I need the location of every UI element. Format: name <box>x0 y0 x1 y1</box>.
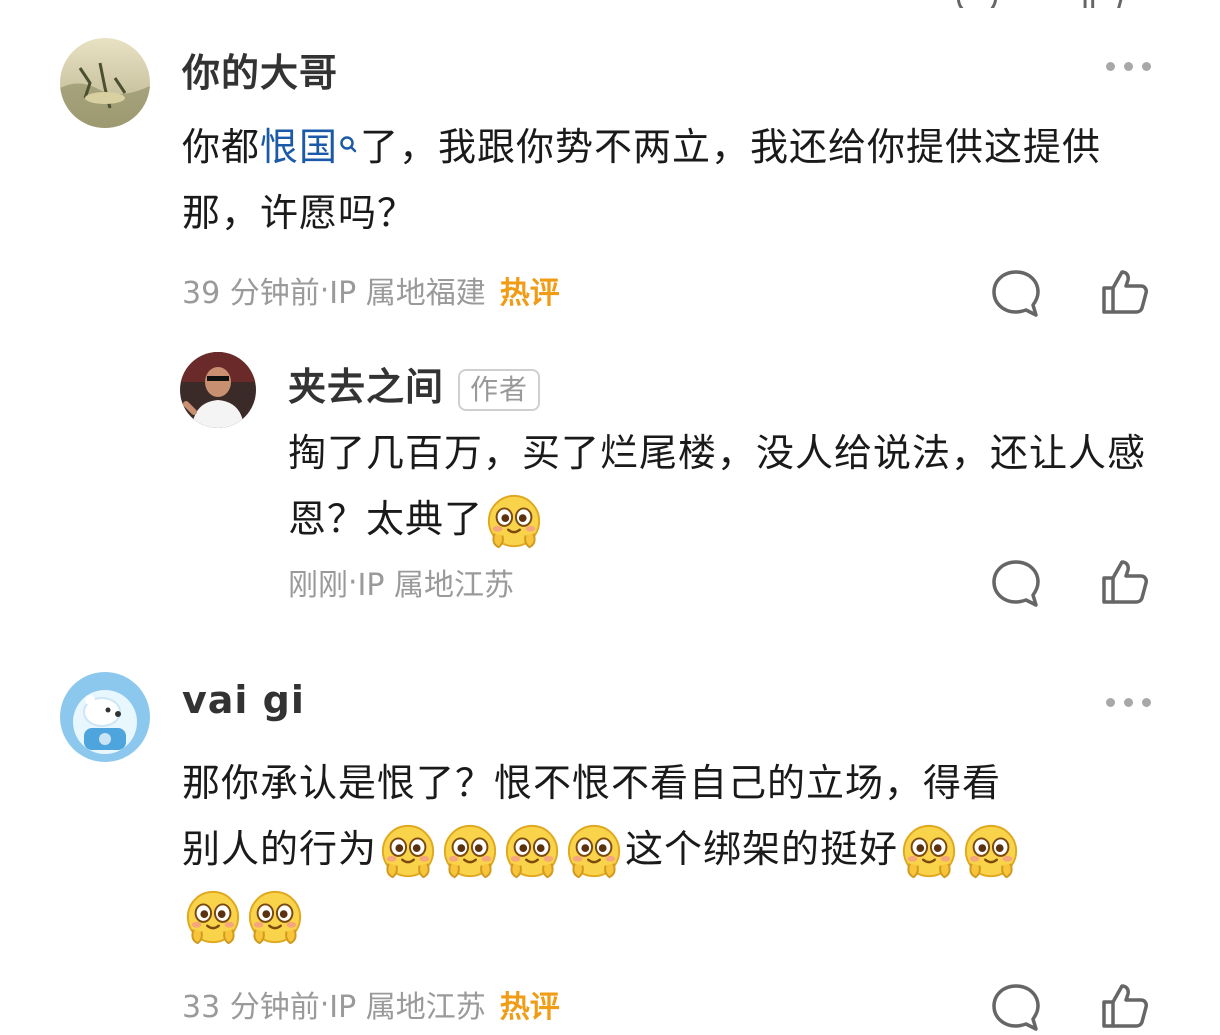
comment-text-before: 你都 <box>182 125 261 169</box>
separator: · <box>319 272 330 308</box>
smitten-face-emoji <box>962 823 1020 881</box>
timestamp: 33 分钟前 <box>182 990 320 1025</box>
comment-line-2-end: 这个绑架的挺好 <box>625 827 899 871</box>
timestamp: 39 分钟前 <box>182 276 320 311</box>
thumbs-up-icon[interactable] <box>1098 266 1150 318</box>
avatar[interactable] <box>60 38 150 128</box>
avatar[interactable] <box>60 672 150 762</box>
comment-line-1: 那你承认是恨了？恨不恨不看自己的立场，得看 <box>182 761 1002 805</box>
comment-line-3 <box>182 882 1172 948</box>
ip-location: IP 属地福建 <box>329 276 486 311</box>
comment-line-2: 别人的行为 这个绑架的挺好 <box>182 816 1172 882</box>
comment-bubble-icon[interactable] <box>990 558 1042 610</box>
reply-text-content: 掏了几百万，买了烂尾楼，没人给说法，还让人感恩？太典了 <box>288 431 1147 541</box>
smitten-face-emoji <box>900 823 958 881</box>
username[interactable]: 你的大哥 <box>182 42 338 97</box>
ip-location: IP 属地江苏 <box>329 990 486 1025</box>
smitten-face-emoji <box>379 823 437 881</box>
comment-text: 那你承认是恨了？恨不恨不看自己的立场，得看 别人的行为 这个绑架的挺好 <box>182 750 1172 948</box>
comment-text: 你都恨国 了，我跟你势不两立，我还给你提供这提供那，许愿吗？ <box>182 114 1172 246</box>
comment-bubble-icon[interactable] <box>990 268 1042 320</box>
author-badge: 作者 <box>458 368 541 411</box>
ip-location: IP 属地江苏 <box>357 568 515 603</box>
reply-avatar[interactable] <box>180 352 256 428</box>
hot-label: 热评 <box>499 276 560 311</box>
smitten-face-emoji <box>441 823 499 881</box>
reply-username-text[interactable]: 夹去之间 <box>288 365 444 409</box>
topic-link[interactable]: 恨国 <box>260 125 338 169</box>
hot-label: 热评 <box>499 990 560 1025</box>
comment-meta: 33 分钟前 · IP 属地江苏 热评 <box>182 982 560 1026</box>
comment-bubble-icon[interactable] <box>990 982 1042 1035</box>
smitten-face-emoji <box>565 823 623 881</box>
cut-off-like-icon <box>1080 0 1124 8</box>
reply-text: 掏了几百万，买了烂尾楼，没人给说法，还让人感恩？太典了 <box>288 420 1158 552</box>
thumbs-up-icon[interactable] <box>1098 980 1150 1035</box>
more-dots-icon[interactable] <box>1106 62 1151 71</box>
separator: · <box>348 564 358 600</box>
smitten-face-emoji <box>246 889 304 947</box>
username[interactable]: vai gi <box>182 678 305 722</box>
reply-username: 夹去之间 作者 <box>288 356 541 411</box>
search-link-icon[interactable] <box>338 114 360 180</box>
comment-line-2-start: 别人的行为 <box>182 827 378 871</box>
reply-meta: 刚刚 · IP 属地江苏 <box>288 560 514 604</box>
smitten-face-emoji <box>485 493 543 551</box>
separator: · <box>319 986 330 1022</box>
smitten-face-emoji <box>503 823 561 881</box>
thumbs-up-icon[interactable] <box>1098 556 1150 608</box>
smitten-face-emoji <box>184 889 242 947</box>
cut-off-comment-icon <box>955 0 999 8</box>
comment-meta: 39 分钟前 · IP 属地福建 热评 <box>182 268 560 312</box>
more-dots-icon[interactable] <box>1106 698 1151 707</box>
timestamp: 刚刚 <box>288 568 348 603</box>
